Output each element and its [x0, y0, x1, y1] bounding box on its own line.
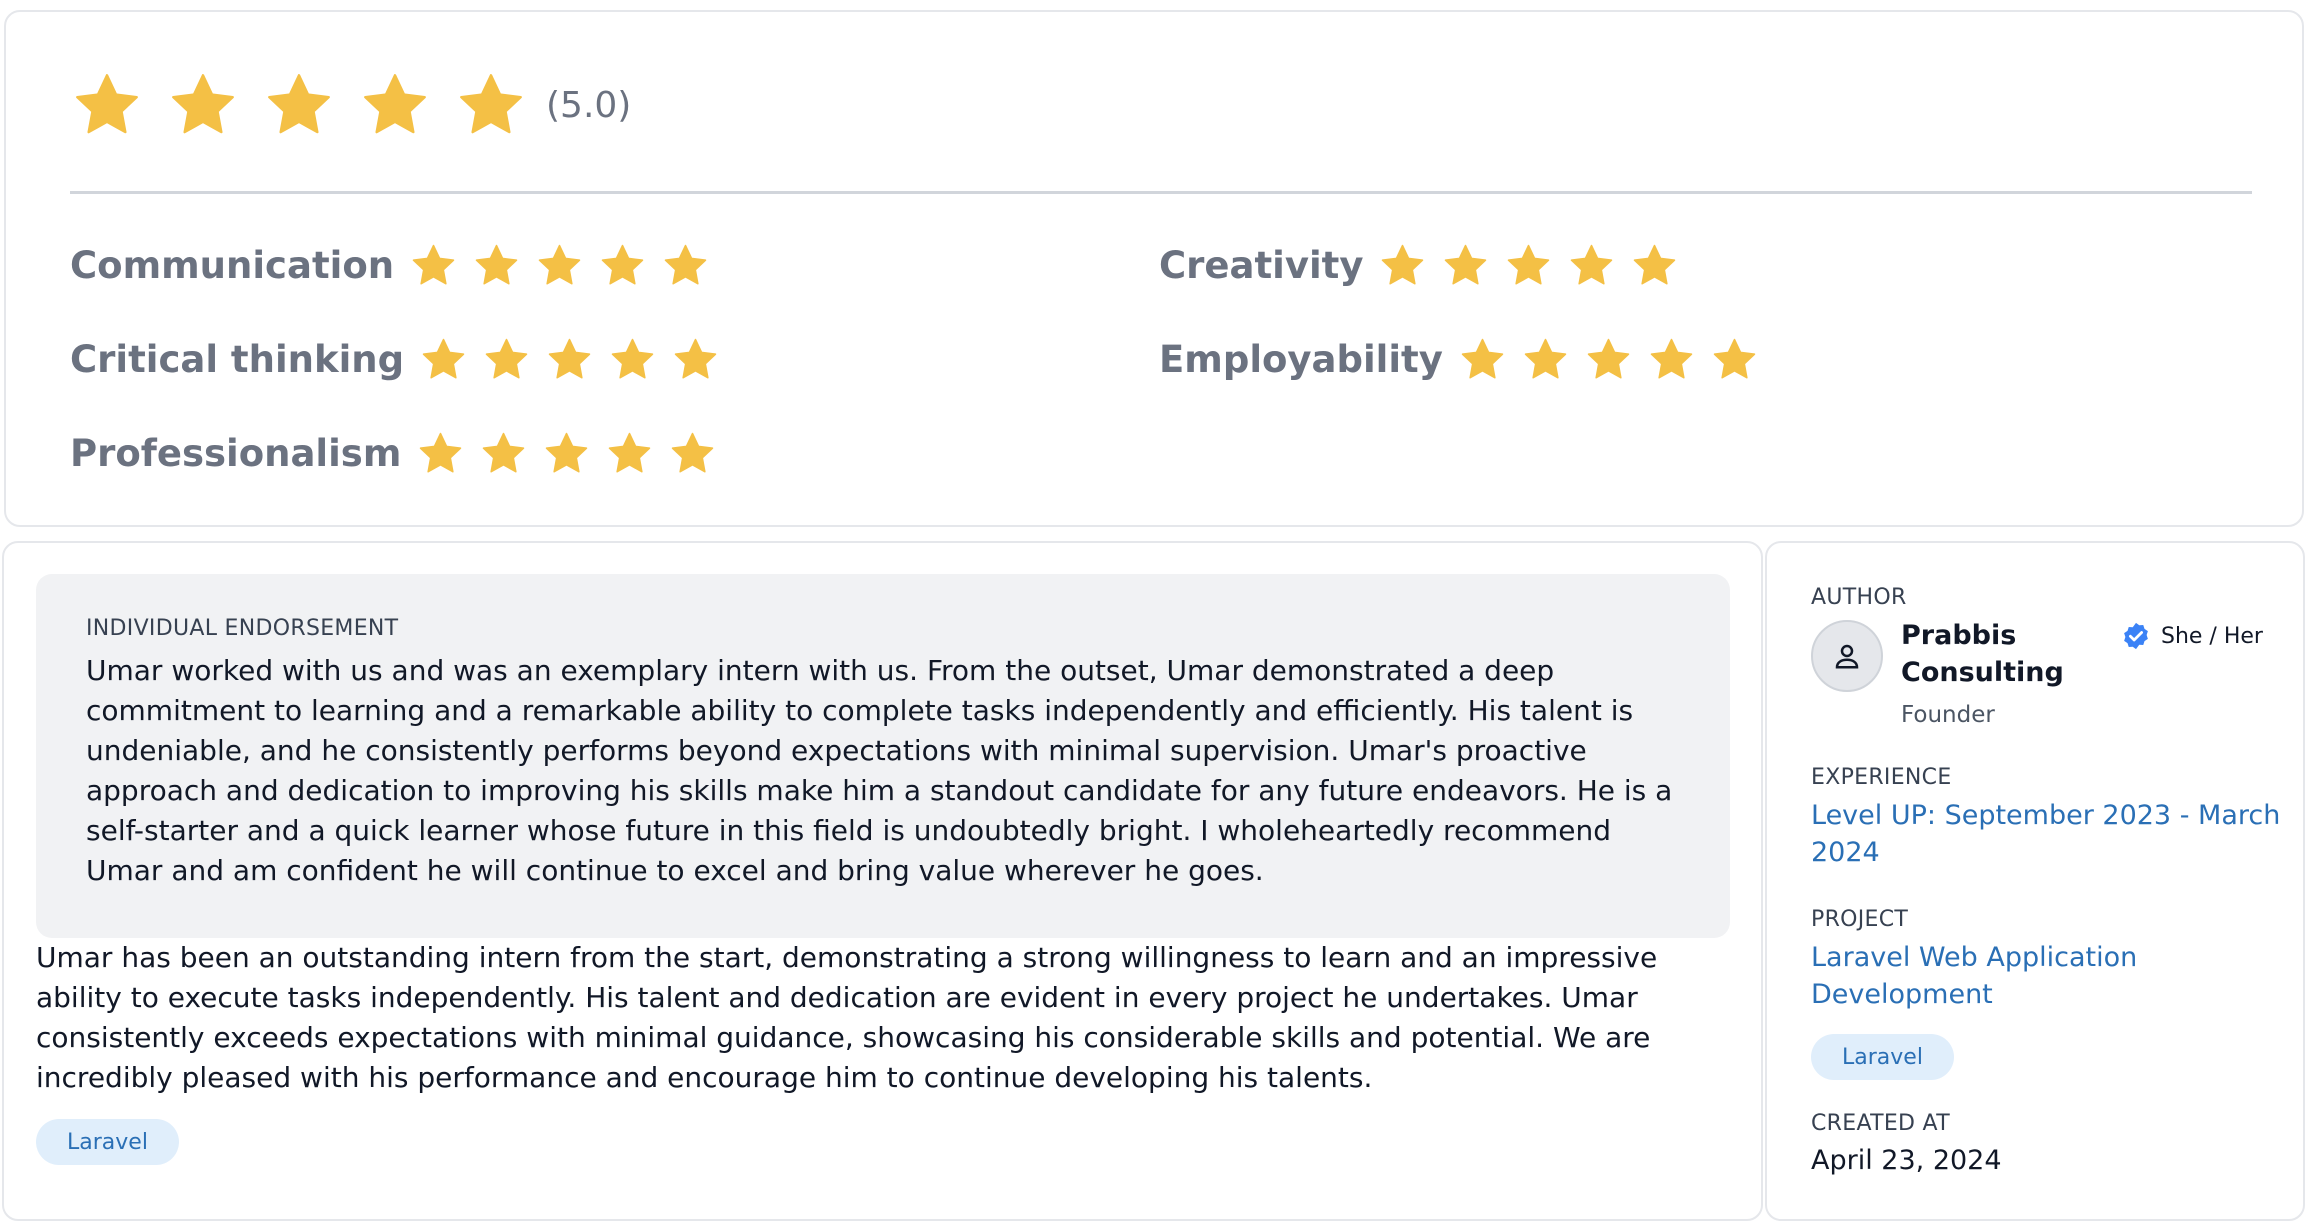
criterion-employability: Employability	[1159, 336, 1758, 383]
star-icon	[360, 70, 430, 140]
star-icon	[1631, 242, 1678, 289]
star-icon	[1568, 242, 1615, 289]
individual-endorsement: INDIVIDUAL ENDORSEMENT Umar worked with …	[36, 574, 1730, 938]
endorsement-quote: Umar worked with us and was an exemplary…	[86, 654, 1673, 887]
rating-card: (5.0) Communication Critical thinking Pr…	[4, 10, 2304, 527]
star-icon	[483, 336, 530, 383]
star-icon	[417, 430, 464, 477]
criterion-label: Critical thinking	[70, 338, 405, 381]
star-icon	[609, 336, 656, 383]
criterion-stars	[1379, 242, 1678, 289]
star-icon	[1459, 336, 1506, 383]
star-icon	[606, 430, 653, 477]
author-label: AUTHOR	[1811, 585, 1907, 610]
criterion-label: Employability	[1159, 338, 1443, 381]
criterion-stars	[420, 336, 719, 383]
star-icon	[1648, 336, 1695, 383]
criterion-label: Professionalism	[70, 432, 402, 475]
star-icon	[672, 336, 719, 383]
star-icon	[669, 430, 716, 477]
star-icon	[264, 70, 334, 140]
star-icon	[168, 70, 238, 140]
endorsement-body: Umar has been an outstanding intern from…	[36, 941, 1658, 1094]
user-icon	[1835, 644, 1859, 669]
criterion-label: Creativity	[1159, 244, 1364, 287]
star-icon	[1522, 336, 1569, 383]
verified-icon	[2124, 622, 2148, 650]
created-at-label: CREATED AT	[1811, 1111, 1950, 1136]
star-icon	[456, 70, 526, 140]
criterion-stars	[410, 242, 709, 289]
endorsement-meta-card: AUTHOR Prabbis Consulting Founder She / …	[1765, 541, 2305, 1221]
star-icon	[662, 242, 709, 289]
overall-rating: (5.0)	[72, 70, 631, 140]
criterion-critical-thinking: Critical thinking	[70, 336, 719, 383]
star-icon	[1585, 336, 1632, 383]
star-icon	[1442, 242, 1489, 289]
section-label: INDIVIDUAL ENDORSEMENT	[86, 616, 399, 641]
divider	[70, 191, 2252, 194]
author-name[interactable]: Prabbis Consulting	[1901, 617, 2081, 691]
skill-tag[interactable]: Laravel	[36, 1119, 179, 1165]
project-link[interactable]: Laravel Web Application Development	[1811, 939, 2281, 1013]
star-icon	[1711, 336, 1758, 383]
star-icon	[1505, 242, 1552, 289]
avatar	[1811, 620, 1883, 692]
criterion-label: Communication	[70, 244, 395, 287]
criterion-professionalism: Professionalism	[70, 430, 716, 477]
author-role: Founder	[1901, 702, 1995, 728]
criterion-stars	[417, 430, 716, 477]
star-icon	[536, 242, 583, 289]
star-icon	[420, 336, 467, 383]
experience-link[interactable]: Level UP: September 2023 - March 2024	[1811, 797, 2281, 871]
experience-label: EXPERIENCE	[1811, 765, 1952, 790]
star-icon	[1379, 242, 1426, 289]
star-icon	[543, 430, 590, 477]
criterion-creativity: Creativity	[1159, 242, 1678, 289]
project-skill-tag[interactable]: Laravel	[1811, 1034, 1954, 1080]
criterion-stars	[1459, 336, 1758, 383]
project-label: PROJECT	[1811, 907, 1909, 932]
star-icon	[599, 242, 646, 289]
star-icon	[473, 242, 520, 289]
star-icon	[480, 430, 527, 477]
pronoun-badge: She / Her	[2121, 621, 2263, 651]
criterion-communication: Communication	[70, 242, 709, 289]
endorsement-card: INDIVIDUAL ENDORSEMENT Umar worked with …	[2, 541, 1763, 1221]
pronouns: She / Her	[2161, 623, 2263, 649]
star-icon	[410, 242, 457, 289]
star-icon	[546, 336, 593, 383]
overall-stars	[72, 70, 526, 140]
overall-score: (5.0)	[546, 84, 632, 126]
created-at-date: April 23, 2024	[1811, 1145, 2002, 1176]
star-icon	[72, 70, 142, 140]
